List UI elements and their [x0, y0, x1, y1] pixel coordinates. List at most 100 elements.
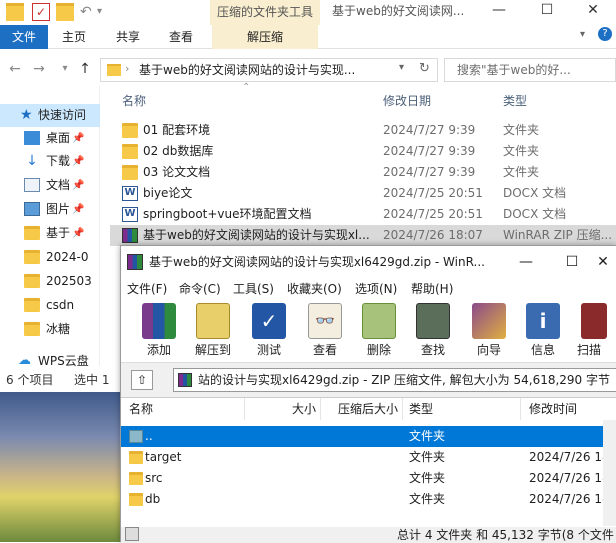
docx-icon: W — [122, 186, 138, 201]
folder-icon — [107, 64, 121, 76]
address-input[interactable]: › 基于web的好文阅读网站的设计与实现... ▾ ↻ — [100, 58, 438, 82]
file-list: 名称 ⌃ 修改日期 类型 01 配套环境 2024/7/27 9:39 文件夹 … — [110, 82, 616, 248]
recent-locations-icon[interactable]: ▾ — [56, 60, 74, 78]
chevron-down-icon[interactable]: ▾ — [399, 62, 404, 73]
document-icon — [24, 178, 40, 192]
test-button[interactable]: ✓ 测试 — [241, 303, 297, 361]
column-header-packed[interactable]: 压缩后大小 — [321, 398, 403, 420]
folder-icon — [24, 322, 40, 336]
picture-icon — [24, 202, 40, 216]
column-header-name[interactable]: 名称 — [122, 86, 146, 116]
search-input[interactable]: 搜索"基于web的好... — [444, 58, 616, 82]
sidebar-item-downloads[interactable]: ↓ 下载 📌 — [0, 150, 100, 173]
delete-button[interactable]: 删除 — [351, 303, 407, 361]
refresh-icon[interactable]: ↻ — [419, 61, 430, 76]
list-item[interactable]: W biye论文 2024/7/25 20:51 DOCX 文档 — [110, 183, 616, 204]
column-header-name[interactable]: 名称 — [121, 398, 245, 420]
menu-options[interactable]: 选项(N) — [355, 279, 397, 299]
column-header-type[interactable]: 类型 — [503, 86, 527, 116]
tab-extract[interactable]: 解压缩 — [232, 25, 298, 49]
help-icon[interactable]: ? — [598, 27, 612, 41]
tab-view[interactable]: 查看 — [163, 25, 199, 49]
winrar-icon — [178, 373, 192, 387]
properties-icon[interactable]: ✓ — [32, 3, 50, 21]
column-header-size[interactable]: 大小 — [245, 398, 321, 420]
test-icon: ✓ — [252, 303, 286, 339]
minimize-button[interactable]: — — [503, 246, 549, 279]
chevron-down-icon[interactable]: ▾ — [580, 29, 585, 40]
folder-icon — [24, 250, 40, 264]
close-button[interactable]: ✕ — [570, 0, 616, 22]
sidebar-item-pictures[interactable]: 图片 📌 — [0, 198, 100, 221]
menu-favorites[interactable]: 收藏夹(O) — [287, 279, 342, 299]
forward-icon[interactable]: → — [30, 60, 48, 78]
winrar-menu-bar: 文件(F) 命令(C) 工具(S) 收藏夹(O) 选项(N) 帮助(H) — [121, 279, 616, 299]
list-item-selected[interactable]: 基于web的好文阅读网站的设计与实现xl... 2024/7/26 18:07 … — [110, 225, 616, 246]
folder-icon — [24, 226, 40, 240]
list-item[interactable]: 02 db数据库 2024/7/27 9:39 文件夹 — [110, 141, 616, 162]
winrar-path-bar: ⇧ 站的设计与实现xl6429gd.zip - ZIP 压缩文件, 解包大小为 … — [121, 363, 616, 397]
star-icon: ★ — [20, 107, 33, 123]
folder-icon — [6, 3, 24, 21]
menu-file[interactable]: 文件(F) — [127, 279, 167, 299]
close-button[interactable]: ✕ — [589, 246, 616, 279]
column-header-type[interactable]: 类型 — [403, 398, 521, 420]
extract-to-button[interactable]: 解压到 — [185, 303, 241, 361]
view-icon: 👓 — [308, 303, 342, 339]
wizard-icon — [472, 303, 506, 339]
tab-file[interactable]: 文件 — [0, 25, 48, 49]
view-button[interactable]: 👓 查看 — [297, 303, 353, 361]
chevron-right-icon: › — [125, 62, 130, 75]
menu-commands[interactable]: 命令(C) — [179, 279, 221, 299]
desktop-wallpaper — [0, 392, 122, 542]
table-row[interactable]: target 文件夹 2024/7/26 18 — [121, 447, 610, 468]
scan-button[interactable]: 扫描 — [573, 303, 613, 361]
sidebar-item-folder-5[interactable]: 冰糖 — [0, 318, 100, 341]
pin-icon: 📌 — [72, 156, 85, 167]
sort-up-icon: ⌃ — [242, 82, 251, 93]
sidebar-item-folder-3[interactable]: 202503 — [0, 270, 100, 293]
list-item[interactable]: 03 论文文档 2024/7/27 9:39 文件夹 — [110, 162, 616, 183]
list-item[interactable]: W springboot+vue环境配置文档 2024/7/25 20:51 D… — [110, 204, 616, 225]
info-button[interactable]: i 信息 — [515, 303, 571, 361]
info-icon: i — [526, 303, 560, 339]
folder-icon — [129, 451, 143, 464]
table-row[interactable]: src 文件夹 2024/7/26 18 — [121, 468, 610, 489]
add-button[interactable]: 添加 — [131, 303, 187, 361]
maximize-button[interactable]: ☐ — [524, 0, 570, 22]
chevron-down-icon[interactable]: ▾ — [97, 3, 115, 21]
sidebar-item-folder-1[interactable]: 基于 📌 — [0, 222, 100, 245]
sidebar-item-folder-4[interactable]: csdn — [0, 294, 100, 317]
back-icon[interactable]: ← — [6, 60, 24, 78]
column-header-modified[interactable]: 修改时间 — [521, 398, 616, 420]
menu-help[interactable]: 帮助(H) — [411, 279, 453, 299]
table-row[interactable]: .. 文件夹 — [121, 426, 603, 447]
find-button[interactable]: 查找 — [405, 303, 461, 361]
minimize-button[interactable]: — — [476, 0, 522, 22]
folder-icon — [129, 493, 143, 506]
menu-tools[interactable]: 工具(S) — [233, 279, 274, 299]
archive-path-field[interactable]: 站的设计与实现xl6429gd.zip - ZIP 压缩文件, 解包大小为 54… — [173, 368, 616, 392]
new-folder-icon[interactable] — [56, 3, 74, 21]
status-text: 总计 4 文件夹 和 45,132 字节(8 个文件 — [397, 528, 614, 542]
winrar-icon — [127, 254, 143, 270]
column-header-date[interactable]: 修改日期 — [383, 86, 431, 116]
sidebar-item-quick-access[interactable]: ★ 快速访问 — [0, 104, 100, 127]
sidebar-item-documents[interactable]: 文档 📌 — [0, 174, 100, 197]
table-row[interactable]: db 文件夹 2024/7/26 18 — [121, 489, 610, 510]
wizard-button[interactable]: 向导 — [461, 303, 517, 361]
up-icon[interactable]: ↑ — [76, 60, 94, 78]
window-title: 基于web的好文阅读网... — [332, 4, 465, 18]
pin-icon: 📌 — [72, 180, 85, 191]
tab-home[interactable]: 主页 — [56, 25, 92, 49]
list-item[interactable]: 01 配套环境 2024/7/27 9:39 文件夹 — [110, 120, 616, 141]
vertical-scrollbar[interactable] — [603, 420, 616, 526]
sidebar-item-folder-2[interactable]: 2024-0 — [0, 246, 100, 269]
ribbon-tabs: 文件 主页 共享 查看 解压缩 ▾ ? — [0, 25, 616, 49]
up-folder-button[interactable]: ⇧ — [131, 370, 153, 390]
parent-folder-icon — [129, 430, 143, 443]
undo-icon[interactable]: ↶ — [80, 3, 98, 21]
sidebar-item-desktop[interactable]: 桌面 📌 — [0, 127, 100, 150]
tab-share[interactable]: 共享 — [110, 25, 146, 49]
winrar-title-bar: 基于web的好文阅读网站的设计与实现xl6429gd.zip - WinR...… — [121, 246, 616, 279]
